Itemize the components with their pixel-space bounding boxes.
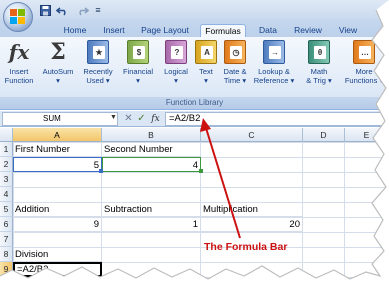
annotation-arrow <box>200 118 241 239</box>
excel-window: ≡ Home Insert Page Layout Formulas Data … <box>0 0 389 287</box>
office-button[interactable] <box>3 2 33 32</box>
office-logo-icon <box>10 9 26 25</box>
annotation-label: The Formula Bar <box>204 241 288 253</box>
